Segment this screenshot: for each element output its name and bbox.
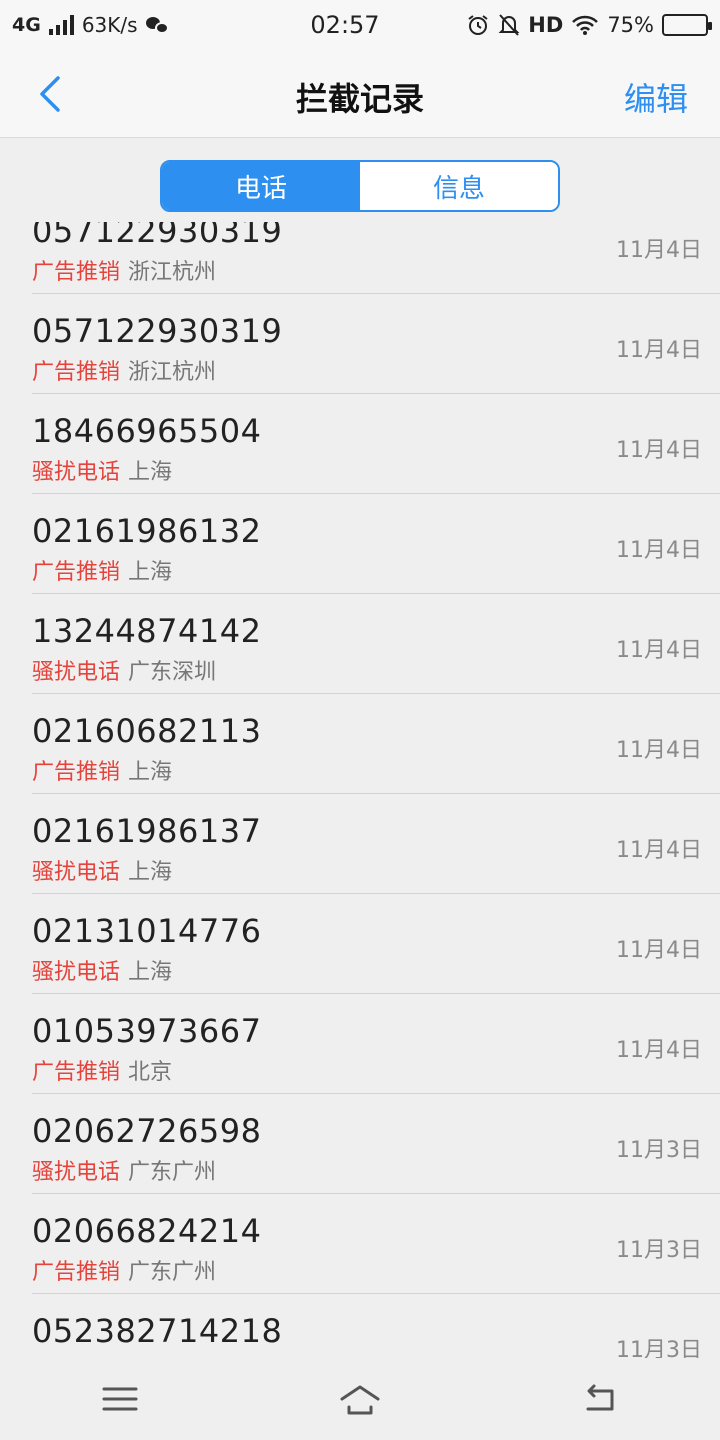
block-reason-tag: 广告推销 bbox=[32, 560, 121, 585]
clock: 02:57 bbox=[310, 11, 380, 39]
block-reason-tag: 骚扰电话 bbox=[32, 660, 121, 685]
signal-icon bbox=[48, 15, 74, 35]
caller-location: 广东深圳 bbox=[128, 660, 217, 685]
record-info: 广告推销 上海 bbox=[32, 554, 172, 586]
caller-location: 浙江杭州 bbox=[128, 260, 217, 285]
record-info: 骚扰电话 上海 bbox=[32, 954, 172, 986]
menu-icon bbox=[102, 1387, 138, 1411]
phone-number: 01053973667 bbox=[32, 1012, 262, 1050]
record-row[interactable]: 02161986132 广告推销 上海 11月4日 bbox=[32, 494, 720, 594]
block-reason-tag: 骚扰电话 bbox=[32, 1160, 121, 1185]
phone-number: 02161986132 bbox=[32, 512, 262, 550]
caller-location: 北京 bbox=[128, 1060, 173, 1085]
title-bar: 拦截记录 编辑 bbox=[0, 50, 720, 138]
record-info: 骚扰电话 广东广州 bbox=[32, 1154, 216, 1186]
block-reason-tag: 广告推销 bbox=[32, 1060, 121, 1085]
record-row[interactable]: 02160682113 广告推销 上海 11月4日 bbox=[32, 694, 720, 794]
tab-calls[interactable]: 电话 bbox=[162, 162, 360, 210]
navigation-bar bbox=[0, 1358, 720, 1440]
home-icon bbox=[340, 1385, 380, 1415]
tab-messages[interactable]: 信息 bbox=[360, 162, 558, 210]
segmented-tabs: 电话 信息 bbox=[160, 160, 560, 212]
edit-button[interactable]: 编辑 bbox=[624, 74, 688, 120]
caller-location: 浙江杭州 bbox=[128, 360, 217, 385]
record-row[interactable]: 057122930319 广告推销 浙江杭州 11月4日 bbox=[32, 222, 720, 294]
caller-location: 上海 bbox=[128, 760, 173, 785]
phone-number: 18466965504 bbox=[32, 412, 262, 450]
phone-number: 02161986137 bbox=[32, 812, 262, 850]
network-type: 4G bbox=[12, 14, 41, 36]
block-reason-tag: 骚扰电话 bbox=[32, 960, 121, 985]
caller-location: 上海 bbox=[128, 860, 173, 885]
record-info: 广告推销 广东广州 bbox=[32, 1254, 216, 1286]
phone-number: 057122930319 bbox=[32, 312, 283, 350]
phone-number: 02131014776 bbox=[32, 912, 262, 950]
menu-button[interactable] bbox=[80, 1369, 160, 1429]
record-row[interactable]: 02131014776 骚扰电话 上海 11月4日 bbox=[32, 894, 720, 994]
record-row[interactable]: 13244874142 骚扰电话 广东深圳 11月4日 bbox=[32, 594, 720, 694]
block-reason-tag: 广告推销 bbox=[32, 1260, 121, 1285]
block-reason-tag: 骚扰电话 bbox=[32, 460, 121, 485]
record-info: 广告推销 浙江杭州 bbox=[32, 354, 216, 386]
battery-percent: 75% bbox=[607, 13, 654, 37]
caller-location: 广东广州 bbox=[128, 1160, 217, 1185]
record-date: 11月4日 bbox=[616, 238, 702, 263]
record-row[interactable]: 02161986137 骚扰电话 上海 11月4日 bbox=[32, 794, 720, 894]
block-reason-tag: 广告推销 bbox=[32, 260, 121, 285]
caller-location: 广东广州 bbox=[128, 1260, 217, 1285]
record-row[interactable]: 052382714218 11月3日 bbox=[32, 1294, 720, 1358]
record-row[interactable]: 057122930319 广告推销 浙江杭州 11月4日 bbox=[32, 294, 720, 394]
wechat-icon bbox=[145, 15, 170, 35]
phone-number: 02066824214 bbox=[32, 1212, 262, 1250]
record-date: 11月3日 bbox=[616, 1238, 702, 1263]
caller-location: 上海 bbox=[128, 460, 173, 485]
record-info: 广告推销 浙江杭州 bbox=[32, 254, 216, 286]
mute-icon bbox=[498, 14, 520, 36]
record-date: 11月4日 bbox=[616, 838, 702, 863]
phone-number: 13244874142 bbox=[32, 612, 262, 650]
record-date: 11月3日 bbox=[616, 1138, 702, 1163]
home-button[interactable] bbox=[320, 1369, 400, 1429]
phone-number: 057122930319 bbox=[32, 222, 283, 250]
record-row[interactable]: 02062726598 骚扰电话 广东广州 11月3日 bbox=[32, 1094, 720, 1194]
record-date: 11月4日 bbox=[616, 638, 702, 663]
wifi-icon bbox=[572, 15, 599, 35]
record-info: 骚扰电话 上海 bbox=[32, 454, 172, 486]
record-info: 广告推销 上海 bbox=[32, 754, 172, 786]
record-date: 11月4日 bbox=[616, 1038, 702, 1063]
record-row[interactable]: 18466965504 骚扰电话 上海 11月4日 bbox=[32, 394, 720, 494]
record-date: 11月4日 bbox=[616, 538, 702, 563]
record-list: 057122930319 广告推销 浙江杭州 11月4日 057122930319 广告推… bbox=[0, 222, 720, 1358]
record-row[interactable]: 02066824214 广告推销 广东广州 11月3日 bbox=[32, 1194, 720, 1294]
record-info: 骚扰电话 上海 bbox=[32, 854, 172, 886]
block-reason-tag: 广告推销 bbox=[32, 360, 121, 385]
caller-location: 上海 bbox=[128, 960, 173, 985]
blocked-records-list[interactable]: 057122930319 广告推销 浙江杭州 11月4日 057122930319 广告推… bbox=[0, 222, 720, 1358]
nav-back-button[interactable] bbox=[560, 1369, 640, 1429]
record-info: 骚扰电话 广东深圳 bbox=[32, 654, 216, 686]
battery-icon bbox=[662, 14, 712, 36]
phone-number: 02160682113 bbox=[32, 712, 262, 750]
alarm-icon bbox=[468, 15, 488, 35]
record-date: 11月4日 bbox=[616, 338, 702, 363]
network-speed: 63K/s bbox=[81, 13, 138, 37]
record-date: 11月4日 bbox=[616, 438, 702, 463]
record-date: 11月4日 bbox=[616, 738, 702, 763]
block-reason-tag: 骚扰电话 bbox=[32, 860, 121, 885]
caller-location: 上海 bbox=[128, 560, 173, 585]
hd-label: HD bbox=[528, 13, 564, 37]
record-info: 广告推销 北京 bbox=[32, 1054, 172, 1086]
record-date: 11月4日 bbox=[616, 938, 702, 963]
status-bar: 4G 63K/s 02:57 HD 75% bbox=[0, 0, 720, 50]
phone-number: 052382714218 bbox=[32, 1312, 283, 1350]
phone-number: 02062726598 bbox=[32, 1112, 262, 1150]
block-reason-tag: 广告推销 bbox=[32, 760, 121, 785]
record-date: 11月3日 bbox=[616, 1338, 702, 1358]
page-title: 拦截记录 bbox=[295, 80, 424, 118]
back-icon bbox=[586, 1384, 614, 1411]
record-row[interactable]: 01053973667 广告推销 北京 11月4日 bbox=[32, 994, 720, 1094]
